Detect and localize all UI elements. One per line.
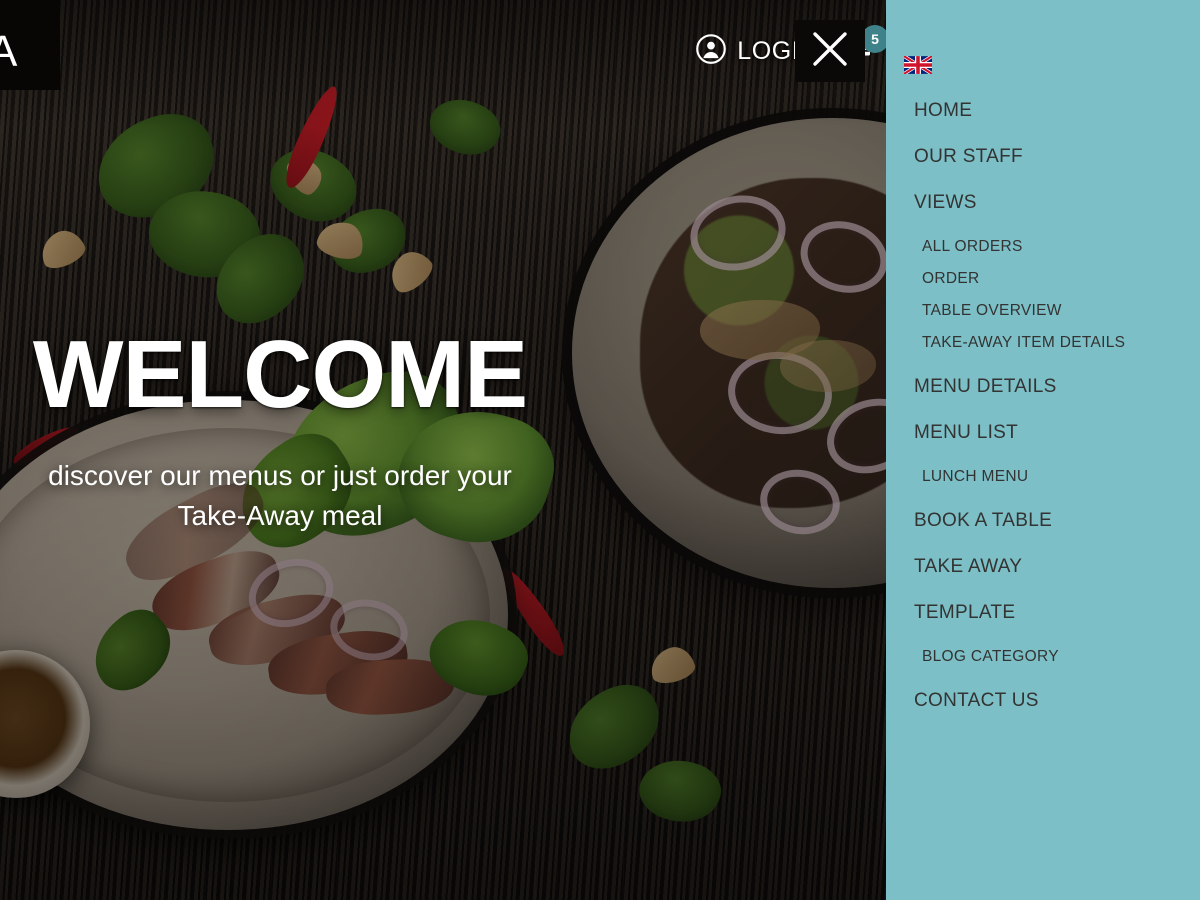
sidebar-item-take-away[interactable]: TAKE AWAY (914, 556, 1192, 578)
hero-heading: WELCOME (32, 321, 528, 428)
sidebar-item-lunch-menu[interactable]: LUNCH MENU (922, 468, 1192, 486)
hero-tagline-line1: discover our menus or just order your (48, 460, 512, 492)
sidebar-item-menu-list[interactable]: MENU LIST (914, 422, 1192, 444)
sidebar-item-table-overview[interactable]: TABLE OVERVIEW (922, 302, 1192, 320)
user-circle-icon (696, 33, 727, 69)
sidebar-item-all-orders[interactable]: ALL ORDERS (922, 238, 1192, 256)
menu-group-separator (914, 500, 1192, 510)
site-logo[interactable]: A (0, 30, 18, 74)
hero-tagline-line2: Take-Away meal (177, 500, 383, 532)
sidebar-item-blog-category[interactable]: BLOG CATEGORY (922, 648, 1192, 666)
sidebar-item-book-a-table[interactable]: BOOK A TABLE (914, 510, 1192, 532)
menu-group-separator (914, 680, 1192, 690)
sidebar-item-order[interactable]: ORDER (922, 270, 1192, 288)
uk-flag-icon[interactable] (903, 54, 933, 76)
sidebar-item-views[interactable]: VIEWS (914, 192, 1192, 214)
close-menu-button[interactable] (795, 20, 865, 82)
sidebar-item-contact-us[interactable]: CONTACT US (914, 690, 1192, 712)
logo-backdrop: A (0, 0, 60, 90)
sidebar-menu-list: HOME OUR STAFF VIEWS ALL ORDERS ORDER TABLE O… (914, 100, 1192, 736)
sidebar-item-take-away-item-details[interactable]: TAKE-AWAY ITEM DETAILS (922, 334, 1192, 352)
cart-count-badge: 5 (861, 25, 889, 53)
app-screen: A LOGIN 5 WELCOME discover our menus or … (0, 0, 1200, 900)
navigation-sidebar: HOME OUR STAFF VIEWS ALL ORDERS ORDER TABLE O… (886, 0, 1200, 900)
sidebar-item-home[interactable]: HOME (914, 100, 1192, 122)
hero-content: WELCOME discover our menus or just order… (0, 321, 560, 537)
sidebar-item-our-staff[interactable]: OUR STAFF (914, 146, 1192, 168)
sidebar-item-template[interactable]: TEMPLATE (914, 602, 1192, 624)
close-x-icon (808, 27, 852, 76)
hero-tagline: discover our menus or just order your Ta… (0, 456, 560, 537)
menu-group-separator (914, 366, 1192, 376)
sidebar-item-menu-details[interactable]: MENU DETAILS (914, 376, 1192, 398)
